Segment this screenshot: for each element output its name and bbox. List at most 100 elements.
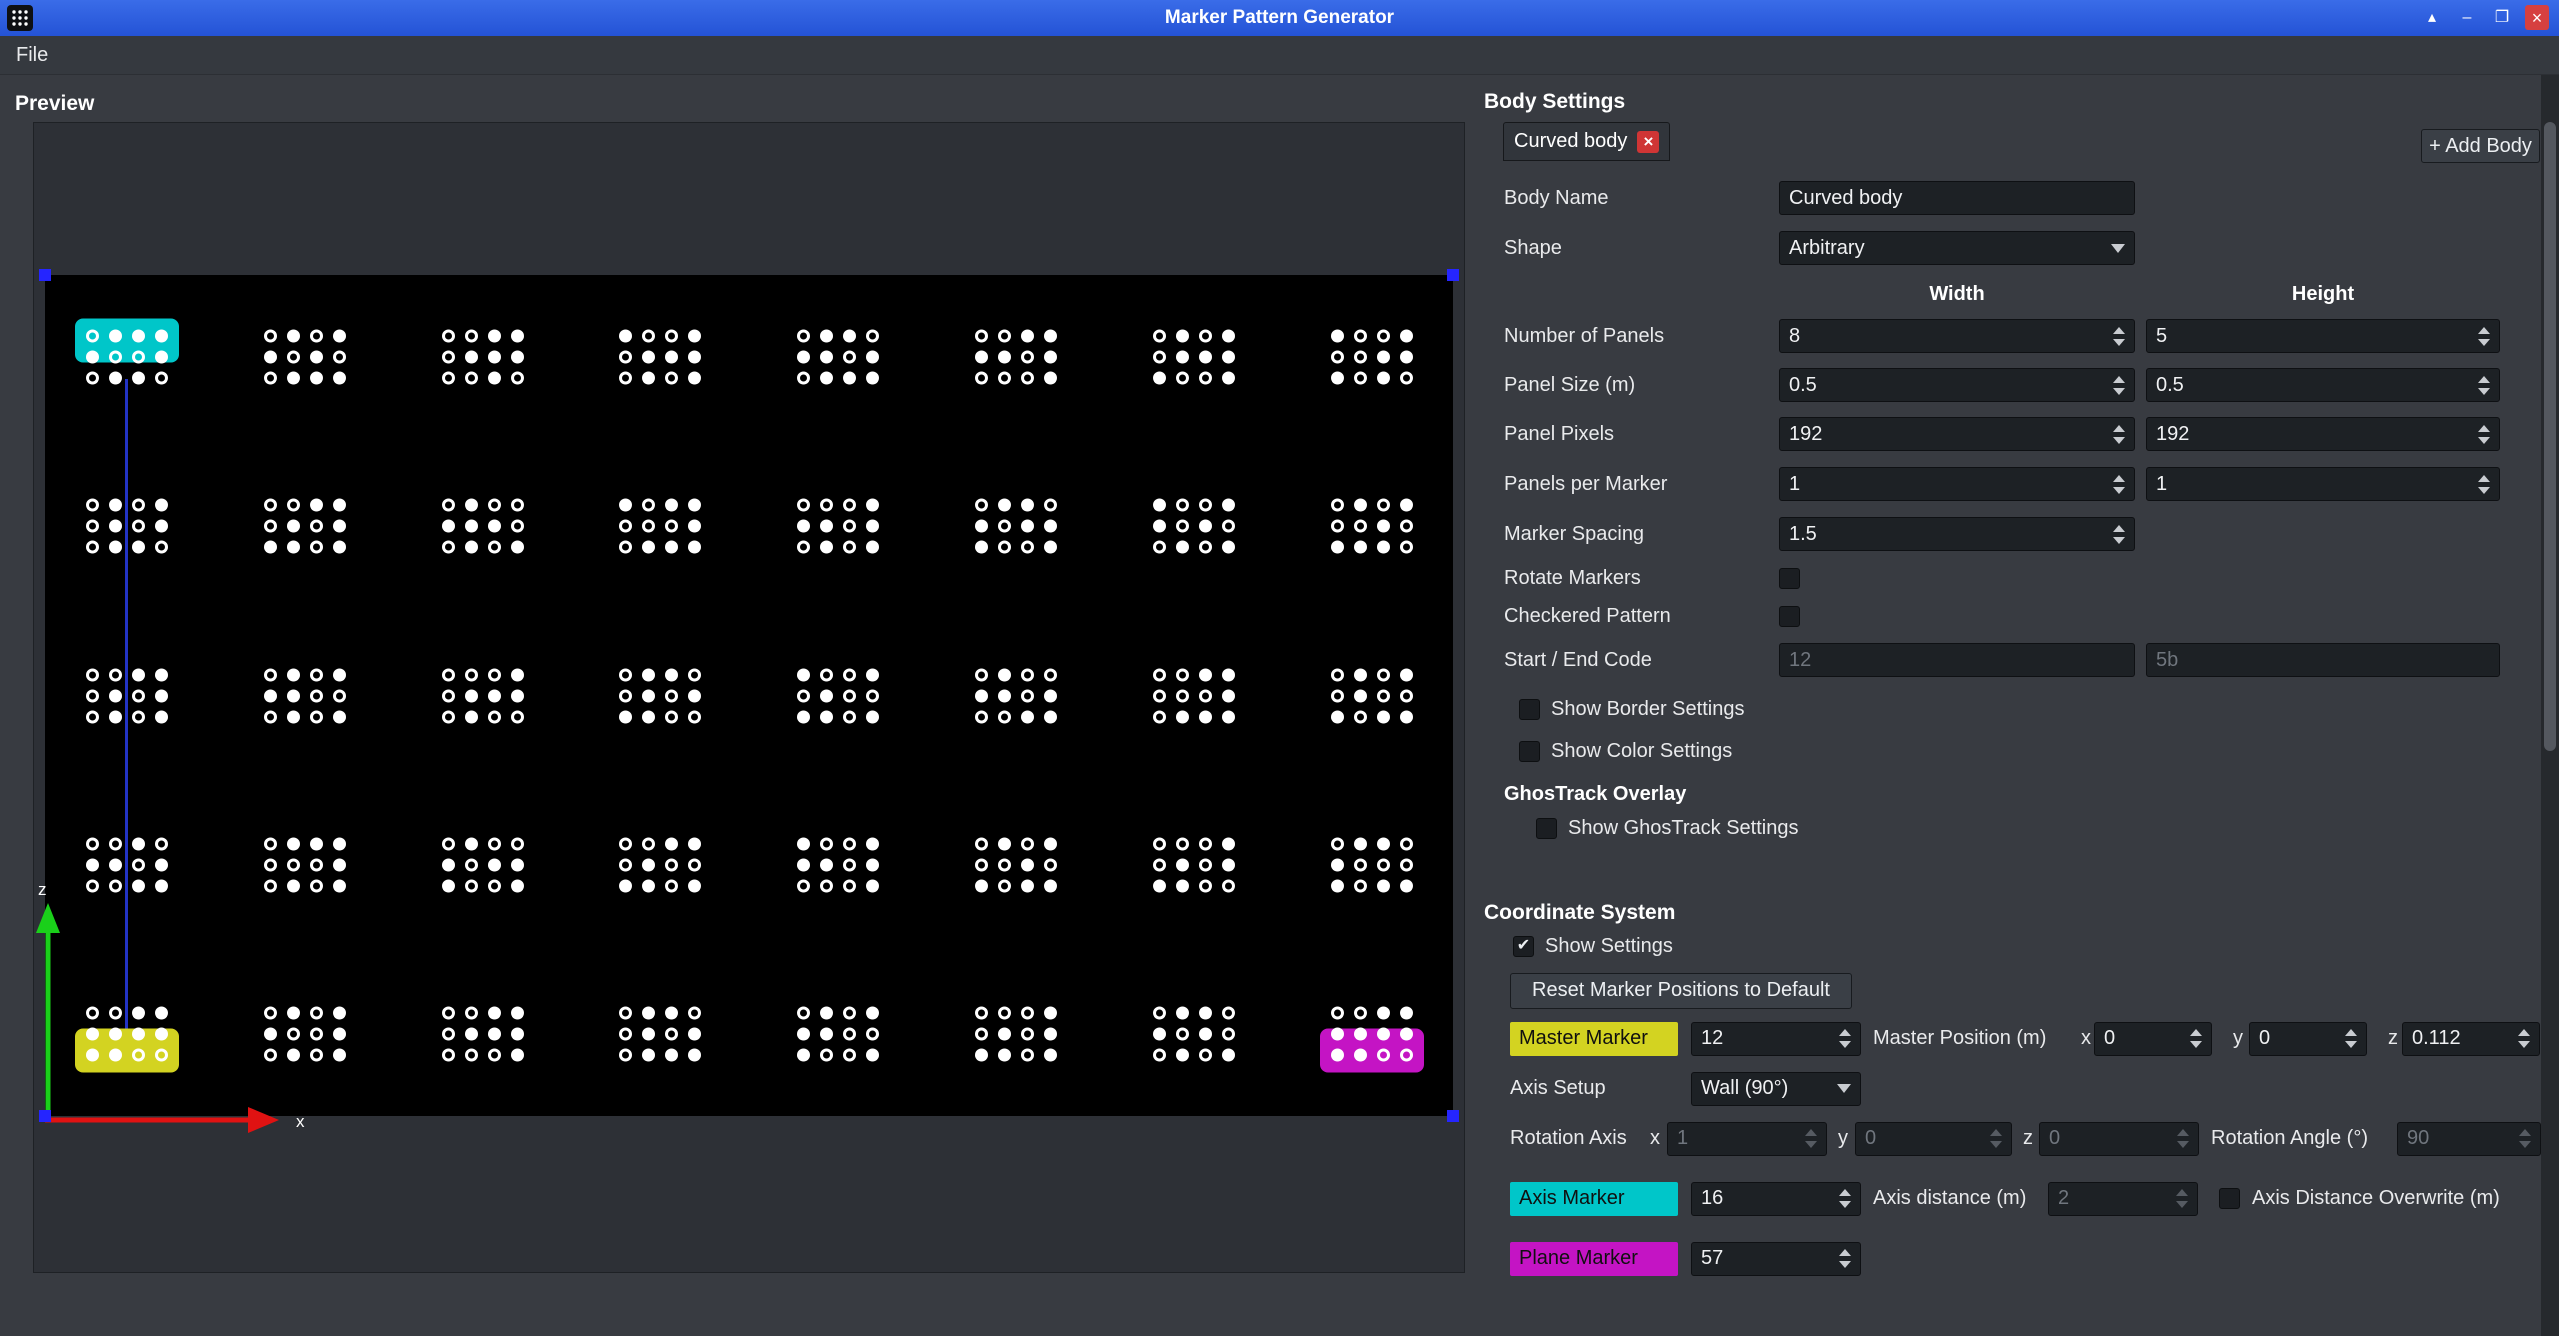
spinner-buttons[interactable]	[2107, 425, 2125, 444]
rotate-markers-checkbox[interactable]	[1779, 568, 1800, 589]
filled-dot	[843, 372, 856, 385]
rotation-z-spinbox[interactable]: 0	[2039, 1122, 2199, 1156]
panel-pixels-width-spinbox[interactable]: 192	[1779, 417, 2135, 451]
open-dot	[843, 1049, 856, 1062]
open-dot	[264, 499, 277, 512]
show-color-settings-checkbox[interactable]	[1519, 741, 1540, 762]
open-dot	[86, 689, 99, 702]
show-ghostrack-settings-checkbox[interactable]	[1536, 818, 1557, 839]
spinner-buttons[interactable]	[2107, 376, 2125, 395]
shape-select[interactable]: Arbitrary	[1779, 231, 2135, 265]
filled-dot	[155, 879, 168, 892]
open-dot	[975, 1028, 988, 1041]
rotation-y-spinbox[interactable]: 0	[1855, 1122, 2012, 1156]
marker-3-2	[442, 837, 524, 892]
panel-size-width-spinbox[interactable]: 0.5	[1779, 368, 2135, 402]
filled-dot	[132, 372, 145, 385]
spinner-buttons[interactable]	[2472, 327, 2490, 346]
body-name-input[interactable]: Curved body	[1779, 181, 2135, 215]
spinner-buttons[interactable]	[1799, 1129, 1817, 1148]
master-y-spinbox[interactable]: 0	[2249, 1022, 2367, 1056]
marker-spacing-spinbox[interactable]: 1.5	[1779, 517, 2135, 551]
spinner-buttons[interactable]	[2107, 475, 2125, 494]
spinner-buttons[interactable]	[2472, 425, 2490, 444]
open-dot	[1176, 1028, 1189, 1041]
filled-dot	[866, 372, 879, 385]
rotation-angle-spinbox[interactable]: 90	[2397, 1122, 2541, 1156]
spinner-buttons[interactable]	[2512, 1029, 2530, 1048]
start-code-input[interactable]: 12	[1779, 643, 2135, 677]
chevron-down-icon	[2111, 244, 2125, 253]
open-dot	[488, 710, 501, 723]
spinner-buttons[interactable]	[2339, 1029, 2357, 1048]
filled-dot	[866, 1007, 879, 1020]
open-dot	[1199, 541, 1212, 554]
spinner-buttons[interactable]	[2170, 1189, 2188, 1208]
open-dot	[109, 1007, 122, 1020]
open-dot	[511, 710, 524, 723]
marker-2-4	[797, 668, 879, 723]
panel-pixels-height-spinbox[interactable]: 192	[2146, 417, 2500, 451]
tab-close-icon[interactable]: ×	[1637, 131, 1659, 153]
axis-distance-spinbox[interactable]: 2	[2048, 1182, 2198, 1216]
open-dot	[1222, 1028, 1235, 1041]
filled-dot	[1021, 330, 1034, 343]
panels-width-spinbox[interactable]: 8	[1779, 319, 2135, 353]
spinner-buttons[interactable]	[2513, 1129, 2531, 1148]
open-dot	[820, 879, 833, 892]
filled-dot	[619, 879, 632, 892]
maximize-window-icon[interactable]: ❐	[2490, 5, 2514, 30]
axis-distance-overwrite-checkbox[interactable]	[2219, 1188, 2240, 1209]
spinner-buttons[interactable]	[1833, 1249, 1851, 1268]
spinner-buttons[interactable]	[2171, 1129, 2189, 1148]
rotation-x-value: 1	[1677, 1127, 1688, 1150]
marker-2-6	[1153, 668, 1235, 723]
minimize-window-icon[interactable]: –	[2455, 5, 2479, 30]
app-menu-icon[interactable]	[7, 5, 33, 31]
vertical-scrollbar[interactable]	[2541, 75, 2559, 1336]
spinner-buttons[interactable]	[2472, 475, 2490, 494]
spinner-buttons[interactable]	[2107, 327, 2125, 346]
menu-bar: File	[0, 36, 2559, 75]
panels-per-marker-width-spinbox[interactable]: 1	[1779, 467, 2135, 501]
show-border-settings-checkbox[interactable]	[1519, 699, 1540, 720]
open-dot	[1199, 858, 1212, 871]
spinner-buttons[interactable]	[1984, 1129, 2002, 1148]
master-z-spinbox[interactable]: 0.112	[2402, 1022, 2540, 1056]
rotation-x-spinbox[interactable]: 1	[1667, 1122, 1827, 1156]
open-dot	[1400, 372, 1413, 385]
tab-curved-body[interactable]: Curved body ×	[1503, 122, 1670, 161]
axis-setup-value: Wall (90°)	[1701, 1077, 1788, 1100]
spinner-buttons[interactable]	[2107, 525, 2125, 544]
window-title: Marker Pattern Generator	[0, 7, 2559, 29]
close-window-icon[interactable]: ×	[2525, 5, 2549, 30]
spinner-buttons[interactable]	[1833, 1029, 1851, 1048]
plane-marker-id-spinbox[interactable]: 57	[1691, 1242, 1861, 1276]
axis-marker-id-spinbox[interactable]: 16	[1691, 1182, 1861, 1216]
master-x-spinbox[interactable]: 0	[2094, 1022, 2212, 1056]
ghostrack-overlay-heading: GhosTrack Overlay	[1504, 783, 1686, 806]
checkered-pattern-checkbox[interactable]	[1779, 606, 1800, 627]
menu-file[interactable]: File	[0, 36, 64, 74]
filled-dot	[109, 689, 122, 702]
end-code-input[interactable]: 5b	[2146, 643, 2500, 677]
reset-marker-positions-button[interactable]: Reset Marker Positions to Default	[1510, 973, 1852, 1009]
panels-height-spinbox[interactable]: 5	[2146, 319, 2500, 353]
master-marker-id-spinbox[interactable]: 12	[1691, 1022, 1861, 1056]
scrollbar-thumb[interactable]	[2544, 122, 2556, 751]
filled-dot	[665, 1049, 678, 1062]
panel-size-height-spinbox[interactable]: 0.5	[2146, 368, 2500, 402]
canvas-handle-top-left[interactable]	[39, 269, 51, 281]
spinner-buttons[interactable]	[2472, 376, 2490, 395]
add-body-button[interactable]: + Add Body	[2421, 129, 2540, 163]
axis-setup-select[interactable]: Wall (90°)	[1691, 1072, 1861, 1106]
spinner-buttons[interactable]	[2184, 1029, 2202, 1048]
spinner-buttons[interactable]	[1833, 1189, 1851, 1208]
shade-window-icon[interactable]: ▴	[2420, 5, 2444, 30]
pattern-canvas[interactable]	[45, 275, 1453, 1116]
canvas-handle-top-right[interactable]	[1447, 269, 1459, 281]
canvas-handle-bottom-left[interactable]	[39, 1110, 51, 1122]
canvas-handle-bottom-right[interactable]	[1447, 1110, 1459, 1122]
show-settings-checkbox[interactable]	[1513, 936, 1534, 957]
panels-per-marker-height-spinbox[interactable]: 1	[2146, 467, 2500, 501]
